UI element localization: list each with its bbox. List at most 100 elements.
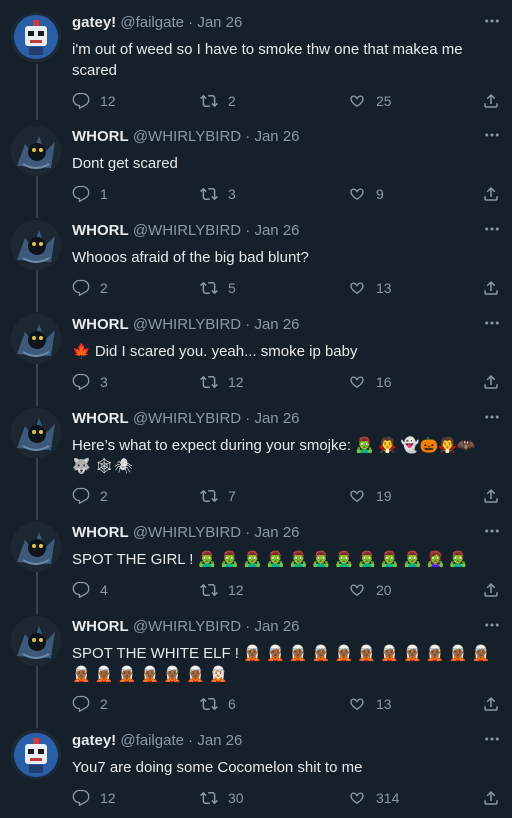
tweet-thread: gatey! @failgate · Jan 26 i'm out of wee… xyxy=(0,0,512,818)
tweet-text: 🍁 Did I scared you. yeah... smoke ip bab… xyxy=(72,343,358,360)
share-button[interactable] xyxy=(482,693,500,715)
author-name[interactable]: WHORL xyxy=(72,316,129,333)
reply-icon xyxy=(72,789,90,807)
like-button[interactable]: 13 xyxy=(348,693,392,715)
retweet-button[interactable]: 2 xyxy=(200,90,236,112)
author-handle[interactable]: @WHIRLYBIRD xyxy=(133,128,241,145)
more-icon[interactable] xyxy=(482,730,502,750)
reply-button[interactable]: 12 xyxy=(72,787,116,809)
reply-button[interactable]: 3 xyxy=(72,371,108,393)
reply-button[interactable]: 12 xyxy=(72,90,116,112)
tweet-header: WHORL @WHIRLYBIRD · Jan 26 xyxy=(72,316,300,333)
tweet-date[interactable]: Jan 26 xyxy=(254,128,299,145)
share-button[interactable] xyxy=(482,277,500,299)
author-name[interactable]: WHORL xyxy=(72,128,129,145)
tweet[interactable]: WHORL @WHIRLYBIRD · Jan 26 SPOT THE WHIT… xyxy=(0,610,512,724)
retweet-button[interactable]: 12 xyxy=(200,371,244,393)
like-button[interactable]: 16 xyxy=(348,371,392,393)
tweet-header: WHORL @WHIRLYBIRD · Jan 26 xyxy=(72,410,300,427)
tweet[interactable]: gatey! @failgate · Jan 26 i'm out of wee… xyxy=(0,0,512,120)
share-icon xyxy=(484,790,498,805)
share-button[interactable] xyxy=(482,90,500,112)
like-count: 25 xyxy=(376,93,392,109)
retweet-button[interactable]: 3 xyxy=(200,183,236,205)
author-name[interactable]: gatey! xyxy=(72,14,116,31)
like-button[interactable]: 13 xyxy=(348,277,392,299)
author-handle[interactable]: @WHIRLYBIRD xyxy=(133,524,241,541)
tweet-date[interactable]: Jan 26 xyxy=(197,14,242,31)
tweet-date[interactable]: Jan 26 xyxy=(254,524,299,541)
reply-button[interactable]: 2 xyxy=(72,277,108,299)
author-name[interactable]: WHORL xyxy=(72,410,129,427)
author-handle[interactable]: @WHIRLYBIRD xyxy=(133,618,241,635)
like-button[interactable]: 19 xyxy=(348,485,392,507)
avatar[interactable] xyxy=(11,12,61,62)
author-handle[interactable]: @WHIRLYBIRD xyxy=(133,316,241,333)
author-handle[interactable]: @WHIRLYBIRD xyxy=(133,222,241,239)
more-icon[interactable] xyxy=(482,408,502,428)
tweet[interactable]: WHORL @WHIRLYBIRD · Jan 26 🍁 Did I scare… xyxy=(0,308,512,402)
more-icon[interactable] xyxy=(482,220,502,240)
reply-button[interactable]: 4 xyxy=(72,579,108,601)
like-icon xyxy=(350,792,364,804)
reply-button[interactable]: 2 xyxy=(72,485,108,507)
tweet-actions: 2 7 19 xyxy=(72,485,500,507)
like-button[interactable]: 9 xyxy=(348,183,384,205)
more-icon[interactable] xyxy=(482,12,502,32)
share-button[interactable] xyxy=(482,485,500,507)
retweet-button[interactable]: 30 xyxy=(200,787,244,809)
tweet-actions: 2 5 13 xyxy=(72,277,500,299)
tweet[interactable]: WHORL @WHIRLYBIRD · Jan 26 Whooos afraid… xyxy=(0,214,512,308)
author-name[interactable]: WHORL xyxy=(72,618,129,635)
reply-icon xyxy=(72,279,90,297)
retweet-button[interactable]: 5 xyxy=(200,277,236,299)
retweet-icon xyxy=(200,375,218,389)
avatar[interactable] xyxy=(11,730,61,780)
author-handle[interactable]: @failgate xyxy=(120,732,184,749)
reply-icon xyxy=(72,92,90,110)
retweet-count: 7 xyxy=(228,488,236,504)
author-name[interactable]: WHORL xyxy=(72,222,129,239)
like-icon xyxy=(350,376,364,388)
more-icon[interactable] xyxy=(482,314,502,334)
tweet[interactable]: WHORL @WHIRLYBIRD · Jan 26 SPOT THE GIRL… xyxy=(0,516,512,610)
reply-count: 12 xyxy=(100,93,116,109)
more-icon[interactable] xyxy=(482,522,502,542)
retweet-button[interactable]: 7 xyxy=(200,485,236,507)
reply-icon xyxy=(72,487,90,505)
avatar[interactable] xyxy=(11,522,61,572)
tweet-date[interactable]: Jan 26 xyxy=(197,732,242,749)
reply-button[interactable]: 2 xyxy=(72,693,108,715)
share-button[interactable] xyxy=(482,371,500,393)
more-icon[interactable] xyxy=(482,126,502,146)
avatar[interactable] xyxy=(11,126,61,176)
reply-icon xyxy=(72,185,90,203)
tweet-date[interactable]: Jan 26 xyxy=(254,410,299,427)
author-name[interactable]: WHORL xyxy=(72,524,129,541)
like-button[interactable]: 25 xyxy=(348,90,392,112)
avatar[interactable] xyxy=(11,408,61,458)
share-button[interactable] xyxy=(482,787,500,809)
more-icon[interactable] xyxy=(482,616,502,636)
share-button[interactable] xyxy=(482,183,500,205)
author-handle[interactable]: @WHIRLYBIRD xyxy=(133,410,241,427)
tweet[interactable]: WHORL @WHIRLYBIRD · Jan 26 Dont get scar… xyxy=(0,120,512,214)
author-handle[interactable]: @failgate xyxy=(120,14,184,31)
retweet-icon xyxy=(200,94,218,108)
like-button[interactable]: 314 xyxy=(348,787,399,809)
avatar[interactable] xyxy=(11,220,61,270)
author-name[interactable]: gatey! xyxy=(72,732,116,749)
share-button[interactable] xyxy=(482,579,500,601)
retweet-button[interactable]: 6 xyxy=(200,693,236,715)
retweet-button[interactable]: 12 xyxy=(200,579,244,601)
tweet[interactable]: gatey! @failgate · Jan 26 You7 are doing… xyxy=(0,724,512,818)
tweet[interactable]: WHORL @WHIRLYBIRD · Jan 26 Here’s what t… xyxy=(0,402,512,516)
like-button[interactable]: 20 xyxy=(348,579,392,601)
tweet-date[interactable]: Jan 26 xyxy=(254,222,299,239)
retweet-icon xyxy=(200,583,218,597)
tweet-date[interactable]: Jan 26 xyxy=(254,316,299,333)
reply-button[interactable]: 1 xyxy=(72,183,108,205)
avatar[interactable] xyxy=(11,314,61,364)
tweet-date[interactable]: Jan 26 xyxy=(254,618,299,635)
avatar[interactable] xyxy=(11,616,61,666)
